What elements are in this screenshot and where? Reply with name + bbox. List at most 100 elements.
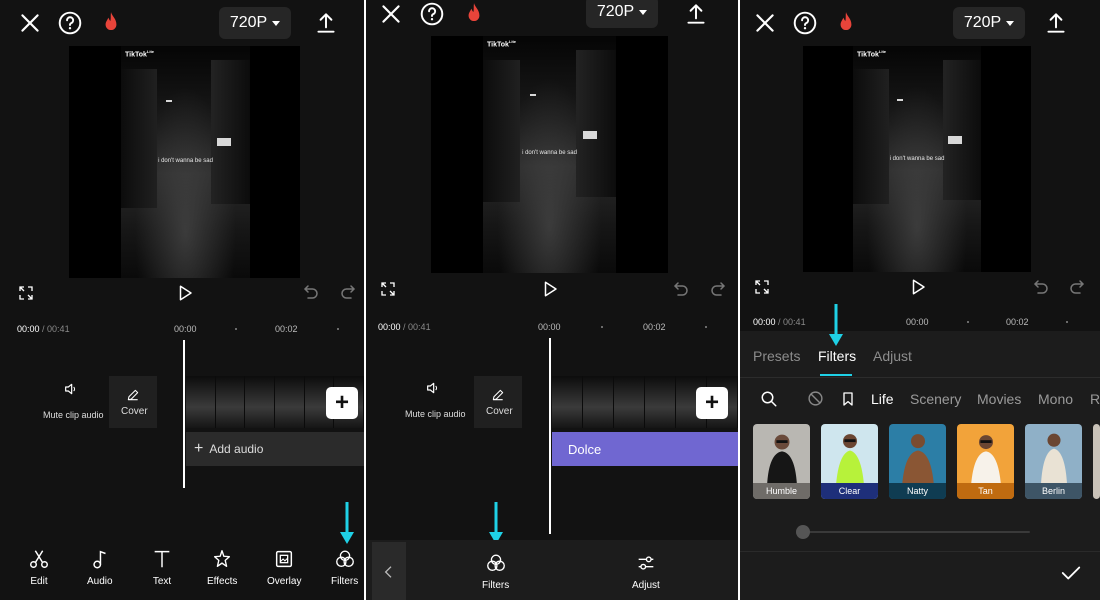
- resolution-button[interactable]: 720P: [219, 7, 291, 39]
- help-icon[interactable]: [56, 9, 84, 37]
- filter-toolbar: Filters Adjust: [366, 540, 738, 600]
- active-tab-indicator: [820, 374, 852, 376]
- toolbar-filters[interactable]: Filters: [482, 552, 509, 591]
- mute-clip-audio-label[interactable]: Mute clip audio: [405, 409, 466, 419]
- toolbar-overlay[interactable]: Overlay: [267, 548, 301, 587]
- fullscreen-icon[interactable]: [18, 285, 34, 301]
- tab-filters[interactable]: Filters: [818, 348, 856, 364]
- back-button[interactable]: [372, 542, 406, 600]
- fire-icon[interactable]: [97, 9, 125, 37]
- fire-icon[interactable]: [460, 0, 488, 28]
- toolbar-effects[interactable]: Effects: [207, 548, 237, 587]
- checkmark-icon[interactable]: [1060, 562, 1082, 584]
- tab-adjust[interactable]: Adjust: [873, 348, 912, 364]
- toolbar-text[interactable]: Text: [151, 548, 173, 587]
- add-audio-track[interactable]: + Add audio: [186, 432, 364, 466]
- filter-thumb-clear[interactable]: Clear: [821, 424, 878, 499]
- play-icon[interactable]: [176, 284, 194, 302]
- speaker-icon[interactable]: [425, 380, 441, 396]
- play-icon[interactable]: [541, 280, 559, 298]
- filter-thumb-tan[interactable]: Tan: [957, 424, 1014, 499]
- search-icon[interactable]: [760, 390, 778, 408]
- undo-icon[interactable]: [672, 280, 690, 298]
- fullscreen-icon[interactable]: [754, 279, 770, 295]
- filters-icon: [335, 550, 354, 568]
- filter-track-label: Dolce: [568, 441, 602, 457]
- time-readout: 00:00 / 00:41: [378, 322, 431, 332]
- filter-track[interactable]: Dolce: [552, 432, 738, 466]
- help-icon[interactable]: [418, 0, 446, 28]
- scissors-icon: [30, 550, 48, 568]
- export-icon[interactable]: [1042, 9, 1070, 37]
- close-icon[interactable]: [377, 0, 405, 28]
- resolution-label: 720P: [596, 3, 635, 20]
- cover-button[interactable]: Cover: [109, 376, 157, 428]
- category-movies[interactable]: Movies: [977, 391, 1021, 407]
- close-icon[interactable]: [16, 9, 44, 37]
- chevron-down-icon: [1006, 20, 1015, 26]
- add-clip-button[interactable]: +: [326, 387, 358, 419]
- redo-icon[interactable]: [709, 280, 727, 298]
- fullscreen-icon[interactable]: [380, 281, 396, 297]
- no-filter-icon[interactable]: [807, 390, 824, 407]
- toolbar-edit[interactable]: Edit: [28, 548, 50, 587]
- help-icon[interactable]: [791, 9, 819, 37]
- tick-label: 00:02: [275, 324, 298, 334]
- tick-label: 00:02: [1006, 317, 1029, 327]
- resolution-button[interactable]: 720P: [586, 0, 658, 28]
- video-preview[interactable]: TikTokLite i don't wanna be sad: [69, 46, 300, 278]
- resolution-label: 720P: [229, 14, 268, 31]
- export-icon[interactable]: [312, 9, 340, 37]
- tick-label: 00:00: [174, 324, 197, 334]
- filter-name: Natty: [889, 483, 946, 499]
- export-icon[interactable]: [682, 0, 710, 28]
- close-icon[interactable]: [751, 9, 779, 37]
- filter-thumb-berlin[interactable]: Berlin: [1025, 424, 1082, 499]
- toolbar-filters[interactable]: Filters: [331, 548, 358, 587]
- timeline[interactable]: 00:00 / 00:41 00:00 00:02 Mute clip audi…: [366, 314, 738, 534]
- cover-button[interactable]: Cover: [474, 376, 522, 428]
- filter-name: Berlin: [1025, 483, 1082, 499]
- editor-panel-main: 720P TikTokLite i don't wanna be sad 00:…: [0, 0, 364, 600]
- fire-icon[interactable]: [832, 9, 860, 37]
- category-life[interactable]: Life: [871, 391, 894, 407]
- add-clip-button[interactable]: +: [696, 387, 728, 419]
- bookmark-icon[interactable]: [840, 390, 856, 408]
- mute-clip-audio-label[interactable]: Mute clip audio: [43, 410, 104, 420]
- undo-icon[interactable]: [302, 283, 320, 301]
- undo-icon[interactable]: [1032, 278, 1050, 296]
- category-mono[interactable]: Mono: [1038, 391, 1073, 407]
- pencil-icon: [491, 388, 505, 402]
- chevron-left-icon: [384, 566, 392, 578]
- playhead[interactable]: [183, 340, 185, 488]
- chevron-down-icon: [639, 9, 648, 15]
- playhead[interactable]: [549, 338, 551, 534]
- toolbar-adjust[interactable]: Adjust: [632, 552, 660, 591]
- category-scenery[interactable]: Scenery: [910, 391, 961, 407]
- redo-icon[interactable]: [339, 283, 357, 301]
- toolbar-audio[interactable]: Audio: [87, 548, 113, 587]
- speaker-icon[interactable]: [63, 381, 79, 397]
- cyan-arrow-icon: [337, 500, 357, 548]
- video-preview[interactable]: TikTokLite i don't wanna be sad: [431, 36, 668, 273]
- tiktok-watermark: TikTokLite: [125, 49, 155, 59]
- play-icon[interactable]: [909, 278, 927, 296]
- video-lyric: i don't wanna be sad: [522, 150, 577, 156]
- tab-presets[interactable]: Presets: [753, 348, 800, 364]
- filter-thumb-natty[interactable]: Natty: [889, 424, 946, 499]
- filter-name: Tan: [957, 483, 1014, 499]
- filter-thumb-humble[interactable]: Humble: [753, 424, 810, 499]
- filter-thumb-partial[interactable]: [1093, 424, 1100, 499]
- redo-icon[interactable]: [1068, 278, 1086, 296]
- pencil-icon: [126, 388, 140, 402]
- intensity-slider-track[interactable]: [800, 531, 1030, 533]
- video-frame: TikTokLite i don't wanna be sad: [853, 46, 981, 272]
- video-preview[interactable]: TikTokLite i don't wanna be sad: [803, 46, 1031, 272]
- timeline[interactable]: 00:00 / 00:41 00:00 00:02 Mute clip audi…: [0, 318, 364, 518]
- add-audio-label: Add audio: [209, 442, 264, 456]
- cover-label: Cover: [121, 406, 148, 417]
- overlay-icon: [276, 550, 293, 568]
- resolution-button[interactable]: 720P: [953, 7, 1025, 39]
- intensity-slider-knob[interactable]: [796, 525, 810, 539]
- category-r[interactable]: R: [1090, 391, 1100, 407]
